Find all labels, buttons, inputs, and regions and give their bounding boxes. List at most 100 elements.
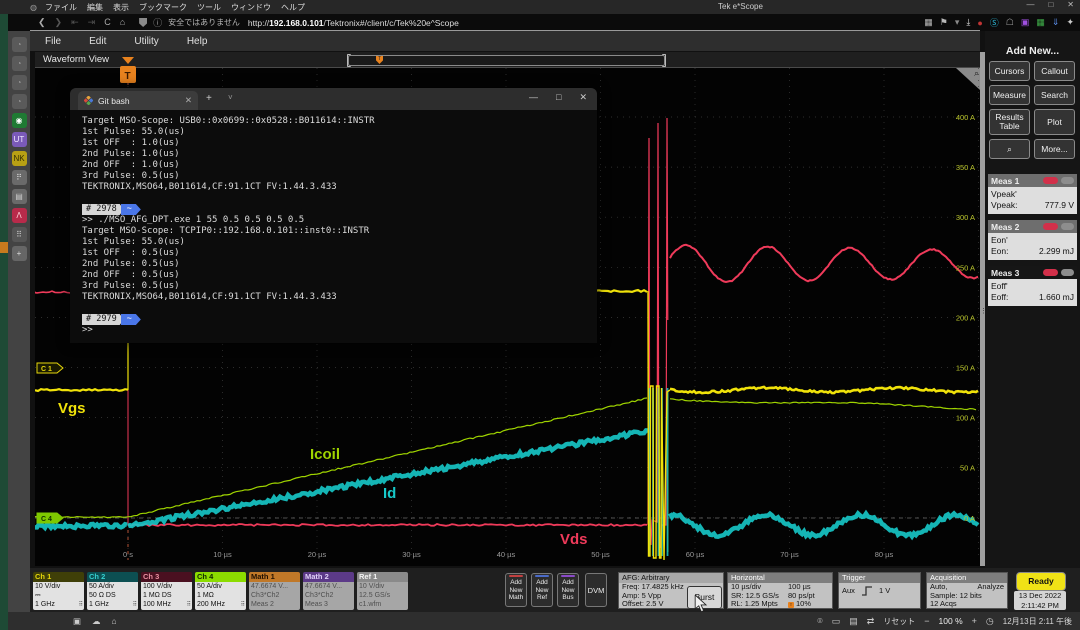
- badge-math2[interactable]: Math 247.6674 V...Ch3*Ch2Meas 3: [303, 572, 354, 610]
- tab-dropdown-icon[interactable]: ˅: [228, 93, 233, 102]
- zoom-out-button[interactable]: −: [924, 616, 929, 626]
- trigger-panel[interactable]: Trigger Aux 1 V: [838, 572, 921, 609]
- panel-icon-4[interactable]: ◔: [12, 94, 27, 109]
- maximize-icon[interactable]: □: [556, 92, 561, 103]
- menu-item-2[interactable]: 表示: [113, 3, 129, 12]
- panel-icon-a[interactable]: Λ: [12, 208, 27, 223]
- scope-menu-edit[interactable]: Edit: [89, 36, 106, 47]
- download-icon[interactable]: ⤓: [966, 17, 970, 28]
- badge-ch2[interactable]: Ch 250 A/div50 Ω DS1 GHz⠿: [87, 572, 138, 610]
- home-icon[interactable]: ⌂: [120, 17, 125, 28]
- keyboard-icon[interactable]: ▤: [849, 616, 858, 627]
- badge-ch3[interactable]: Ch 3100 V/div1 MΩ DS100 MHz⠿: [141, 572, 192, 610]
- rp-button-search[interactable]: Search: [1034, 85, 1075, 105]
- panel-icon-1[interactable]: ◔: [12, 37, 27, 52]
- forward-icon[interactable]: ❯: [55, 17, 63, 28]
- rp-button-more[interactable]: More...: [1034, 139, 1075, 159]
- acquisition-panel[interactable]: Acquisition Auto,Analyze Sample: 12 bits…: [926, 572, 1008, 609]
- reload-icon[interactable]: C: [104, 17, 111, 28]
- rewind-icon[interactable]: ⇤: [71, 17, 79, 28]
- arrows-icon[interactable]: ⇄: [867, 616, 875, 627]
- panel-icon-3[interactable]: ◔: [12, 75, 27, 90]
- svg-text:20 µs: 20 µs: [308, 550, 327, 559]
- cloud-icon[interactable]: ☁: [92, 616, 101, 627]
- record-badge-icon[interactable]: ●: [977, 18, 982, 28]
- panel-icon-doc[interactable]: ▤: [12, 189, 27, 204]
- panel-icon-2[interactable]: ◔: [12, 56, 27, 71]
- minimize-icon[interactable]: —: [529, 92, 538, 103]
- rp-button-resultstable[interactable]: Results Table: [989, 109, 1030, 135]
- terminal-line: 1st OFF : 0.5(us): [82, 248, 587, 259]
- zoom-in-button[interactable]: +: [972, 616, 977, 626]
- badge-math1[interactable]: Math 147.6674 V...Ch3*Ch2Meas 2: [249, 572, 300, 610]
- maximize-icon[interactable]: □: [1048, 0, 1053, 9]
- meas-2-badge[interactable]: Meas 2 Eon' Eon:2.299 mJ: [988, 220, 1077, 260]
- add-button-label: Add New Math: [506, 579, 526, 602]
- badge-row: 100 V/div: [143, 582, 190, 591]
- chevron-down-icon[interactable]: ▾: [955, 17, 960, 28]
- rp-button-callout[interactable]: Callout: [1034, 61, 1075, 81]
- panel-icon-add[interactable]: +: [12, 246, 27, 261]
- add-button-0[interactable]: Add New Math: [505, 573, 527, 607]
- skype-badge-icon[interactable]: Ⓢ: [990, 16, 999, 29]
- dvm-button[interactable]: DVM: [585, 573, 607, 607]
- close-icon[interactable]: ✕: [1067, 0, 1074, 9]
- meas-1-badge[interactable]: Meas 1 Vpeak' Vpeak:777.9 V: [988, 174, 1077, 214]
- shield-icon[interactable]: [139, 18, 147, 27]
- sheets-badge-icon[interactable]: ▦: [1036, 17, 1045, 28]
- panel-icon-qr[interactable]: ⠟: [12, 170, 27, 185]
- window-controls: — □ ✕: [1026, 0, 1074, 9]
- menu-item-1[interactable]: 編集: [87, 3, 103, 12]
- rp-button-measure[interactable]: Measure: [989, 85, 1030, 105]
- badge-ch1[interactable]: Ch 110 V/div⎓1 GHz⠿: [33, 572, 84, 610]
- menu-item-0[interactable]: ファイル: [45, 3, 77, 12]
- pinned-app-icon[interactable]: ▣: [73, 616, 81, 627]
- afg-panel[interactable]: AFG: Arbitrary Freq: 17.4825 kHz Amp: 5 …: [618, 572, 724, 609]
- ghost-icon[interactable]: ☖: [1006, 17, 1014, 28]
- extension-icon[interactable]: ✦: [1066, 17, 1074, 28]
- menu-item-5[interactable]: ウィンドウ: [231, 3, 271, 12]
- badge-ref1[interactable]: Ref 110 V/div12.5 GS/sc1.wfm: [357, 572, 408, 610]
- terminal-titlebar[interactable]: Git bash ✕ + ˅ — □ ✕: [70, 88, 597, 110]
- home-icon[interactable]: ⌂: [112, 616, 117, 626]
- camera-icon[interactable]: ⌾: [817, 616, 822, 627]
- browser-app-icon[interactable]: ◍: [30, 3, 37, 12]
- badge-ch4[interactable]: Ch 450 A/div1 MΩ200 MHz⠿: [195, 572, 246, 610]
- scope-menu-file[interactable]: File: [45, 36, 61, 47]
- menu-item-4[interactable]: ツール: [197, 3, 221, 12]
- zoom-area-icon[interactable]: ⌕: [989, 139, 1030, 159]
- scope-menu-utility[interactable]: Utility: [134, 36, 158, 47]
- office-badge-icon[interactable]: ▣: [1021, 17, 1030, 28]
- address-bar[interactable]: http://192.168.0.101/Tektronix#/client/c…: [248, 18, 459, 28]
- scope-menu-help[interactable]: Help: [187, 36, 208, 47]
- panel-icon-grid[interactable]: ⠿: [12, 227, 27, 242]
- panel-icon-nk[interactable]: NK: [12, 151, 27, 166]
- add-button-1[interactable]: Add New Ref: [531, 573, 553, 607]
- terminal-output[interactable]: Target MSO-Scope: USB0::0x0699::0x0528::…: [82, 116, 587, 336]
- minimize-icon[interactable]: —: [1026, 0, 1034, 9]
- fast-forward-icon[interactable]: ⇥: [88, 17, 96, 28]
- meas-3-badge[interactable]: Meas 3 Eoff' Eoff:1.660 mJ: [988, 266, 1077, 306]
- info-icon[interactable]: ⓘ: [153, 16, 162, 29]
- panel-icon-active[interactable]: ◉: [12, 113, 27, 128]
- tiles-icon[interactable]: ▦: [924, 17, 933, 28]
- back-icon[interactable]: ❮: [38, 17, 46, 28]
- horizontal-panel[interactable]: Horizontal 10 µs/div SR: 12.5 GS/s RL: 1…: [727, 572, 833, 609]
- terminal-line: TEKTRONIX,MSO64,B011614,CF:91.1CT FV:1.4…: [82, 292, 587, 303]
- screen: ◍ ファイル編集表示ブックマークツールウィンドウヘルプ Tek e*Scope …: [0, 0, 1080, 630]
- downloads-arrow-icon[interactable]: ⇓: [1052, 17, 1060, 28]
- git-bash-terminal-window[interactable]: Git bash ✕ + ˅ — □ ✕ Target MSO-Scope: U…: [70, 88, 597, 343]
- panel-icon-ut[interactable]: UT: [12, 132, 27, 147]
- reset-button[interactable]: リセット: [883, 616, 915, 627]
- menu-item-6[interactable]: ヘルプ: [281, 3, 305, 12]
- close-icon[interactable]: ✕: [579, 92, 587, 103]
- bookmark-flag-icon[interactable]: ⚑: [940, 17, 948, 28]
- new-tab-icon[interactable]: +: [206, 93, 212, 104]
- terminal-tab[interactable]: Git bash ✕: [78, 91, 198, 110]
- tab-close-icon[interactable]: ✕: [185, 95, 192, 106]
- menu-item-3[interactable]: ブックマーク: [139, 3, 187, 12]
- add-button-2[interactable]: Add New Bus: [557, 573, 579, 607]
- rp-button-plot[interactable]: Plot: [1034, 109, 1075, 135]
- rp-button-cursors[interactable]: Cursors: [989, 61, 1030, 81]
- window-icon[interactable]: ▭: [832, 616, 841, 627]
